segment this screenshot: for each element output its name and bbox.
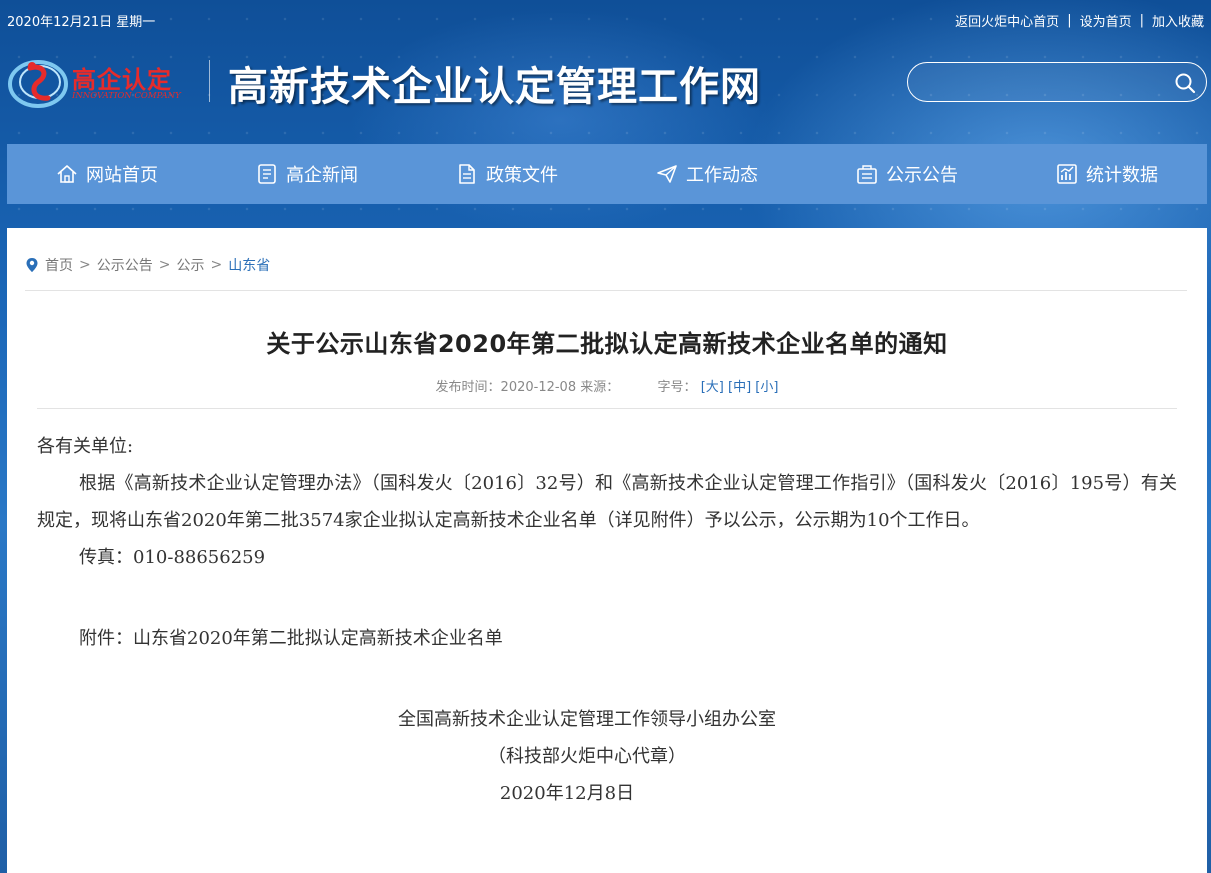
top-links: 返回火炬中心首页 | 设为首页 | 加入收藏 xyxy=(955,11,1204,30)
top-bar: 2020年12月21日 星期一 返回火炬中心首页 | 设为首页 | 加入收藏 xyxy=(0,0,1211,38)
font-size-small[interactable]: [小] xyxy=(755,380,778,395)
paper-plane-icon xyxy=(657,165,677,183)
search-input[interactable] xyxy=(924,69,1164,95)
link-separator: | xyxy=(1067,13,1072,28)
body-paragraph: 根据《高新技术企业认定管理办法》（国科发火〔2016〕32号）和《高新技术企业认… xyxy=(37,473,1177,531)
nav-label: 政策文件 xyxy=(486,165,558,186)
nav-label: 高企新闻 xyxy=(286,165,358,186)
nav-item-policy[interactable]: 政策文件 xyxy=(407,144,607,204)
content-panel: 首页 > 公示公告 > 公示 > 山东省 关于公示山东省2020年第二批拟认定高… xyxy=(7,228,1207,873)
font-size-medium[interactable]: [中] xyxy=(728,380,751,395)
publish-date: 发布时间：2020-12-08 xyxy=(435,380,577,395)
location-pin-icon xyxy=(26,258,38,272)
article-source: 来源： xyxy=(580,380,620,395)
logo-chinese-text: 高企认定 xyxy=(72,65,172,94)
nav-item-work-updates[interactable]: 工作动态 xyxy=(607,144,807,204)
set-homepage-link[interactable]: 设为首页 xyxy=(1080,11,1132,30)
add-favorites-link[interactable]: 加入收藏 xyxy=(1152,11,1204,30)
breadcrumb-separator: > xyxy=(158,257,171,273)
divider xyxy=(37,408,1177,409)
article-body: 各有关单位: 根据《高新技术企业认定管理办法》（国科发火〔2016〕32号）和《… xyxy=(37,428,1177,812)
divider xyxy=(25,290,1187,291)
attachment-link[interactable]: 附件：山东省2020年第二批拟认定高新技术企业名单 xyxy=(37,620,1177,657)
nav-item-announcements[interactable]: 公示公告 xyxy=(807,144,1007,204)
greeting: 各有关单位: xyxy=(37,436,134,457)
font-size-large[interactable]: [大] xyxy=(701,380,724,395)
nav-item-home[interactable]: 网站首页 xyxy=(7,144,207,204)
search-icon[interactable] xyxy=(1174,72,1196,94)
nav-label: 工作动态 xyxy=(686,165,758,186)
fax-line: 传真：010-88656259 xyxy=(79,547,266,568)
document-icon xyxy=(459,164,475,184)
nav-item-statistics[interactable]: 统计数据 xyxy=(1007,144,1207,204)
chart-icon xyxy=(1057,164,1077,184)
article-title: 关于公示山东省2020年第二批拟认定高新技术企业名单的通知 xyxy=(266,330,948,358)
current-date: 2020年12月21日 星期一 xyxy=(7,15,156,30)
notice-icon xyxy=(857,165,877,184)
logo-english-text: INNOVATION COMPANY xyxy=(72,91,181,101)
logo-mark-icon xyxy=(8,60,68,108)
signature-note: （科技部火炬中心代章） xyxy=(488,746,686,767)
nav-label: 公示公告 xyxy=(886,165,958,186)
font-size-label: 字号： xyxy=(657,380,697,395)
breadcrumb-home[interactable]: 首页 xyxy=(45,255,73,275)
main-nav: 网站首页 高企新闻 政策文件 工作动态 公示公告 统计数据 xyxy=(7,144,1207,204)
news-icon xyxy=(258,164,276,184)
breadcrumb-announcements[interactable]: 公示公告 xyxy=(97,255,153,275)
signature-organization: 全国高新技术企业认定管理工作领导小组办公室 xyxy=(398,709,776,730)
article-meta: 发布时间：2020-12-08 来源： 字号： [大] [中] [小] xyxy=(7,376,1207,395)
breadcrumb-separator: > xyxy=(79,257,91,273)
home-icon xyxy=(57,165,77,183)
breadcrumb-separator: > xyxy=(210,257,223,273)
return-torch-center-link[interactable]: 返回火炬中心首页 xyxy=(955,11,1059,30)
breadcrumb: 首页 > 公示公告 > 公示 > 山东省 xyxy=(25,255,270,275)
breadcrumb-public-notice[interactable]: 公示 xyxy=(176,255,204,275)
search-box xyxy=(907,62,1207,102)
link-separator: | xyxy=(1139,13,1144,28)
logo-divider xyxy=(209,60,210,102)
nav-item-news[interactable]: 高企新闻 xyxy=(207,144,407,204)
site-title: 高新技术企业认定管理工作网 xyxy=(228,63,761,110)
nav-label: 网站首页 xyxy=(86,165,158,186)
site-logo[interactable]: 高企认定 INNOVATION COMPANY xyxy=(8,52,208,110)
signature-date: 2020年12月8日 xyxy=(499,783,635,804)
nav-label: 统计数据 xyxy=(1086,165,1158,186)
breadcrumb-current[interactable]: 山东省 xyxy=(228,255,270,275)
